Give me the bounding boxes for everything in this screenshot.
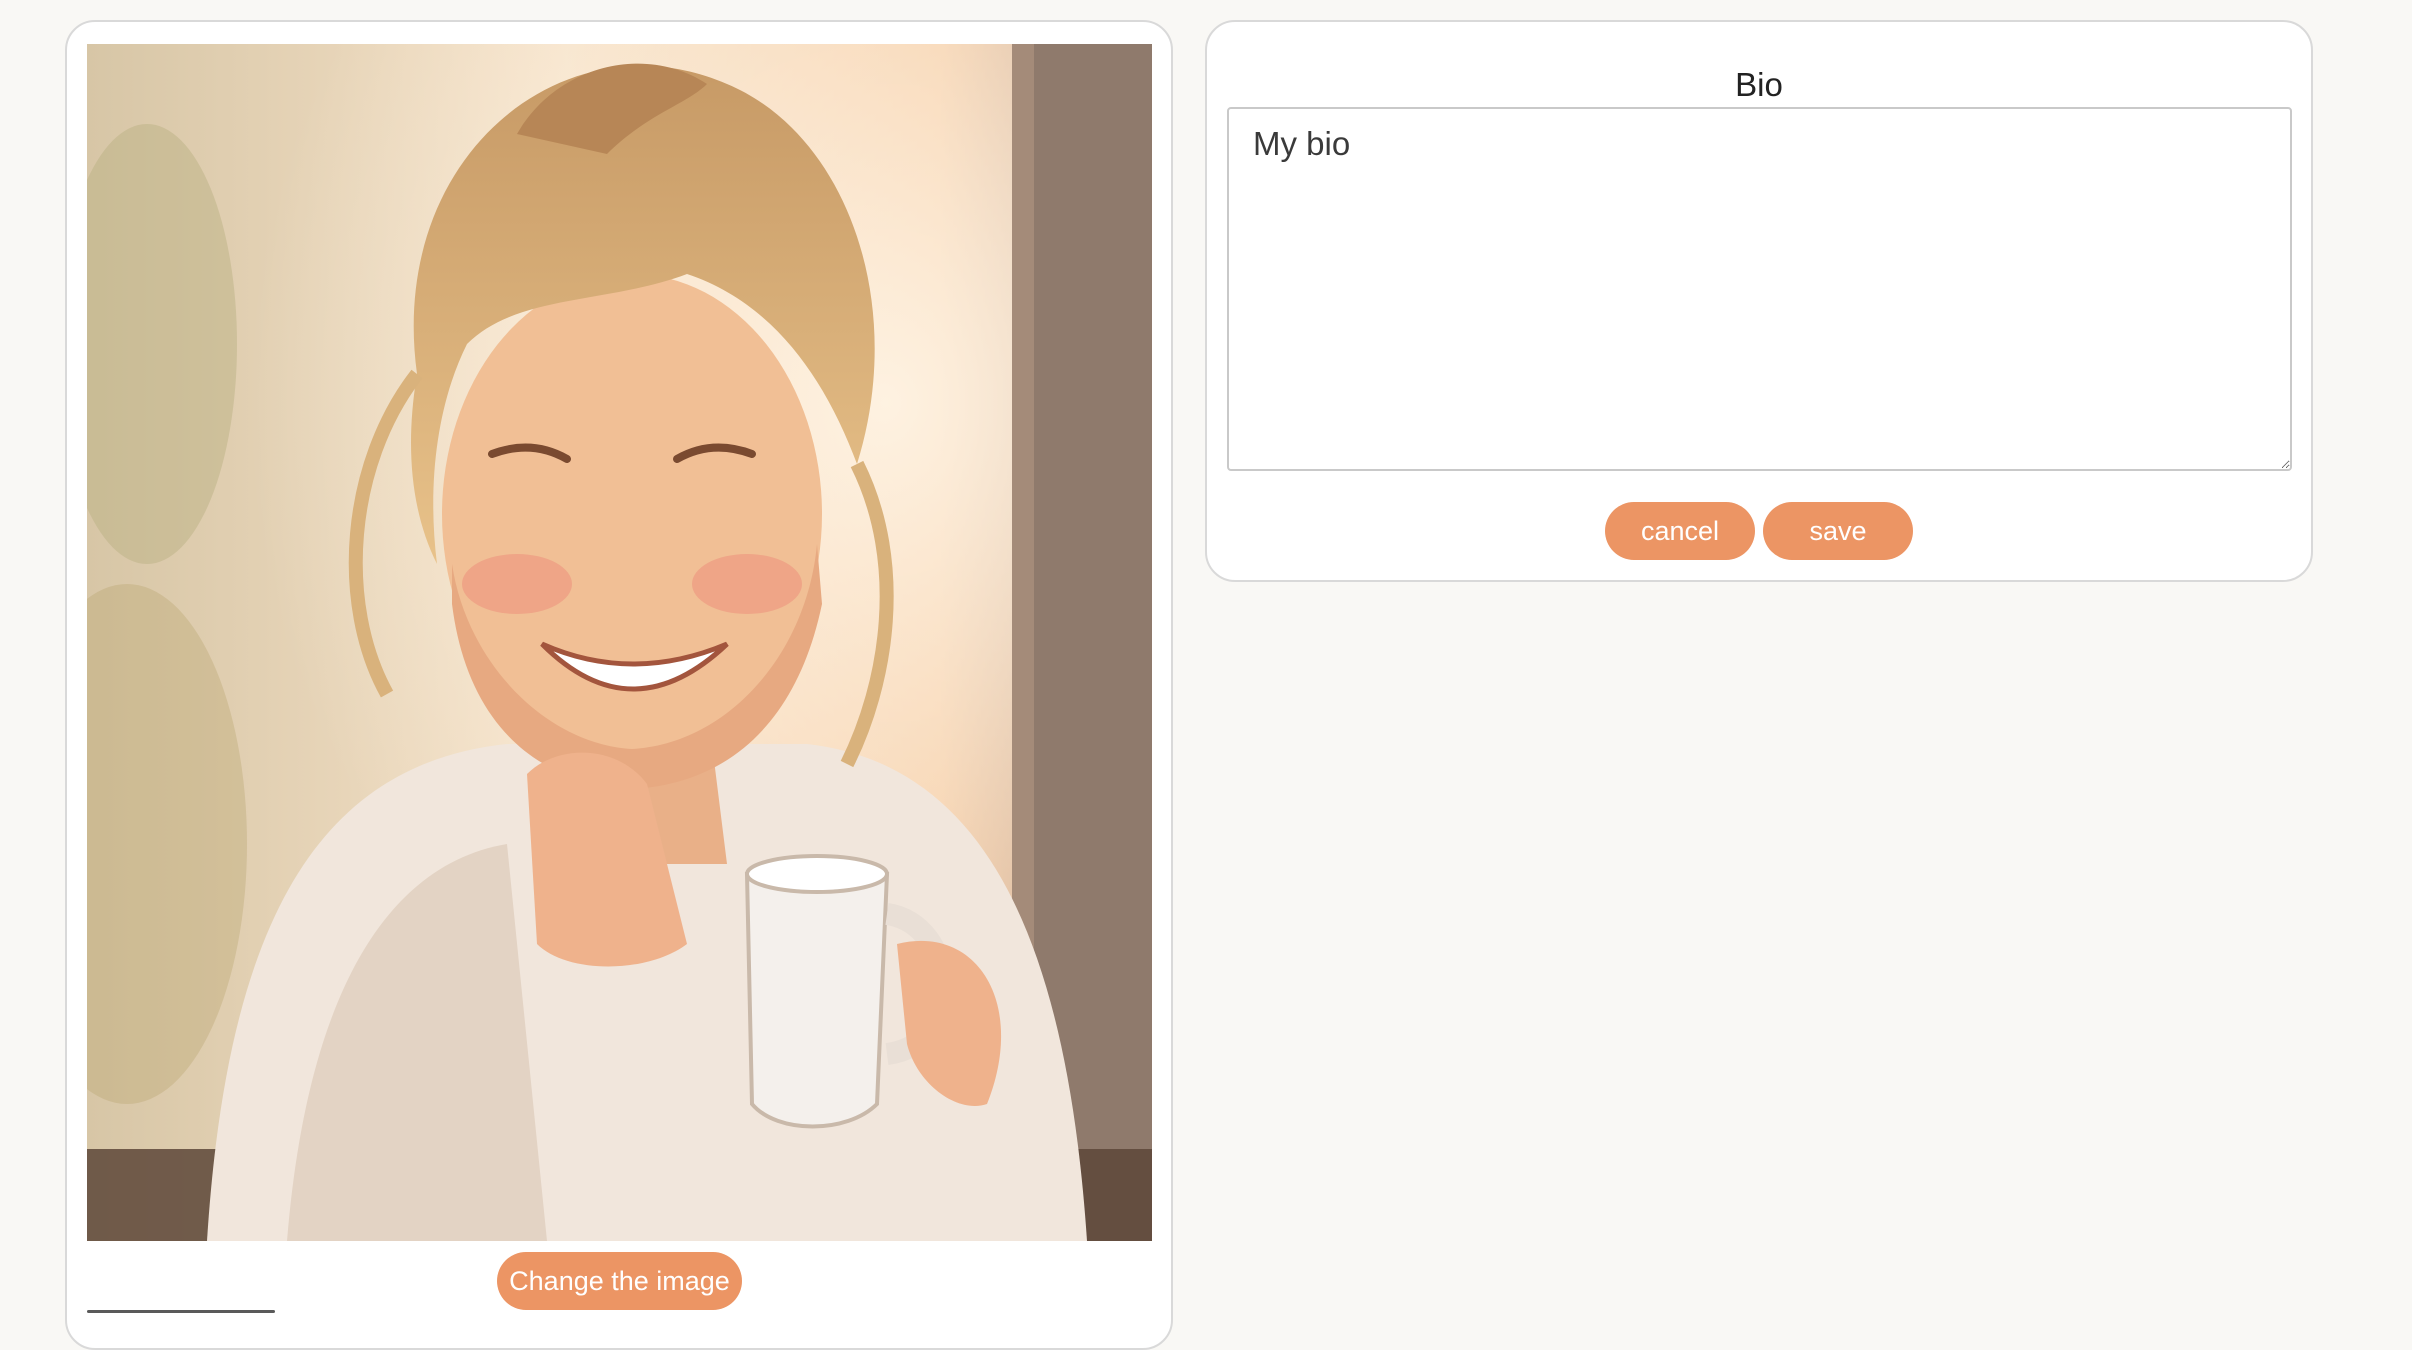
save-button[interactable]: save: [1763, 502, 1913, 560]
bio-card: Bio My bio cancel save: [1205, 20, 2313, 582]
profile-photo: [87, 44, 1152, 1241]
change-image-button[interactable]: Change the image: [497, 1252, 742, 1310]
bio-textarea[interactable]: My bio: [1227, 107, 2292, 471]
profile-image-card: Change the image: [65, 20, 1173, 1350]
cancel-button[interactable]: cancel: [1605, 502, 1755, 560]
bio-title: Bio: [1735, 66, 1783, 103]
profile-photo-illustration: [87, 44, 1152, 1241]
